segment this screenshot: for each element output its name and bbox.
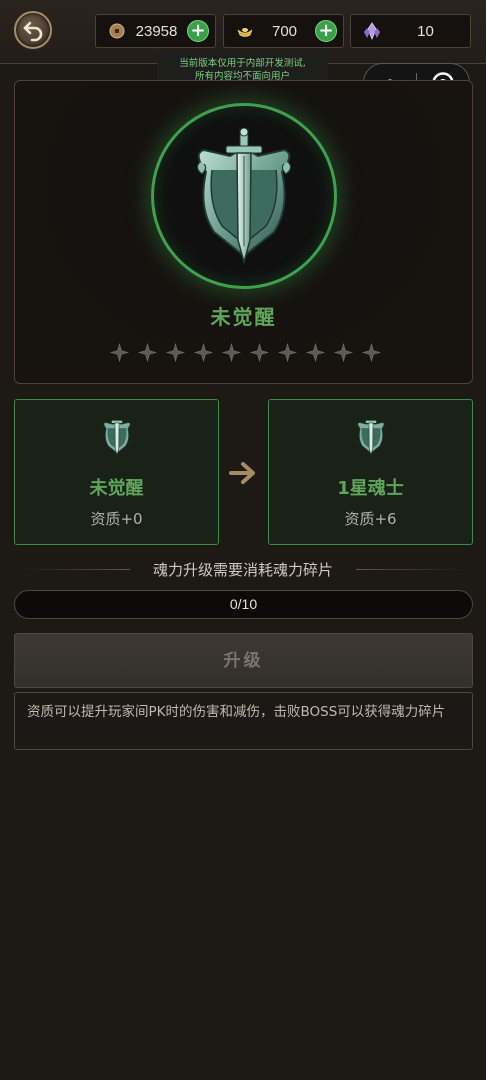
requirement-heading: 魂力升级需要消耗魂力碎片 [20, 559, 466, 581]
star-icon [334, 343, 353, 362]
star-icon [250, 343, 269, 362]
upgrade-button[interactable]: 升级 [14, 633, 473, 688]
gold-ingot-icon [237, 28, 253, 37]
star-rating [110, 343, 381, 362]
emblem-ring [151, 103, 337, 289]
current-quality: 资质+0 [90, 510, 143, 528]
star-icon [306, 343, 325, 362]
crystal-icon [364, 22, 380, 40]
right-arrow-icon [229, 462, 255, 484]
star-icon [110, 343, 129, 362]
progress-text: 0/10 [229, 596, 258, 612]
ingot-value: 700 [271, 22, 298, 40]
sword-shield-emblem-icon [196, 128, 292, 265]
crystal-counter: 10 [350, 14, 471, 48]
star-icon [278, 343, 297, 362]
fragment-progress-bar: 0/10 [14, 590, 473, 619]
next-level-title: 1星魂士 [337, 478, 404, 499]
awakening-panel: 未觉醒 [14, 80, 473, 384]
next-quality: 资质+6 [344, 510, 397, 528]
coin-icon [109, 23, 125, 39]
crystal-value: 10 [417, 22, 434, 40]
add-coins-button[interactable]: + [187, 20, 209, 42]
awakening-status: 未觉醒 [210, 305, 277, 329]
coin-value: 23958 [135, 22, 178, 40]
star-icon [138, 343, 157, 362]
current-level-title: 未觉醒 [89, 478, 144, 499]
back-button[interactable] [14, 11, 52, 49]
next-level-card: 1星魂士 资质+6 [268, 399, 473, 545]
add-ingots-button[interactable]: + [315, 20, 337, 42]
current-level-card: 未觉醒 资质+0 [14, 399, 219, 545]
sword-shield-mini-icon [103, 420, 131, 456]
divider-line-right [356, 569, 466, 570]
ingot-counter: 700 + [223, 14, 344, 48]
star-icon [362, 343, 381, 362]
back-arrow-icon [23, 21, 43, 42]
sword-shield-mini-icon [357, 420, 385, 456]
star-icon [166, 343, 185, 362]
coin-counter: 23958 + [95, 14, 216, 48]
description-box: 资质可以提升玩家间PK时的伤害和减伤，击败BOSS可以获得魂力碎片 [14, 692, 473, 750]
star-icon [222, 343, 241, 362]
notice-line-1: 当前版本仅用于内部开发测试, [179, 58, 306, 69]
star-icon [194, 343, 213, 362]
